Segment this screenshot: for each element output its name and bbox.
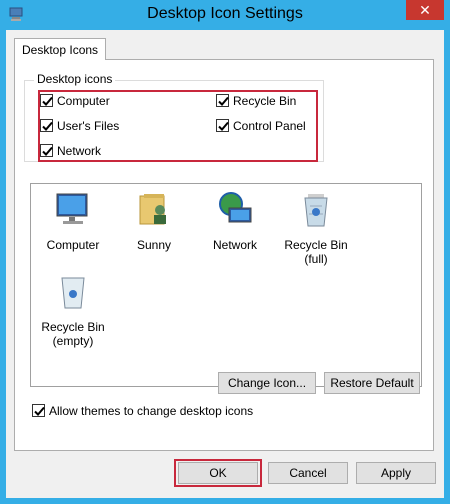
checkbox-box[interactable] (40, 144, 53, 157)
icon-caption: Sunny (136, 238, 172, 252)
cancel-button[interactable]: Cancel (268, 462, 348, 484)
recycle-bin-full-icon (304, 194, 328, 227)
apply-button[interactable]: Apply (356, 462, 436, 484)
ok-button[interactable]: OK (178, 462, 258, 484)
recycle-bin-empty-icon (61, 277, 85, 309)
title-bar[interactable]: Desktop Icon Settings ✕ (0, 0, 450, 30)
checkbox-label: User's Files (57, 119, 120, 133)
dialog-client-area: Desktop Icons Desktop icons Computer Rec… (6, 30, 444, 498)
icon-caption: Computer (46, 238, 100, 252)
checkbox-label: Computer (57, 94, 110, 108)
icon-item-recycle-bin-empty[interactable]: Recycle Bin (empty) (33, 272, 113, 348)
tab-label: Desktop Icons (22, 43, 99, 57)
checkmark-icon (42, 96, 53, 106)
desktop-icon-settings-window: Desktop Icon Settings ✕ Desktop Icons De… (0, 0, 450, 504)
close-button[interactable]: ✕ (406, 0, 444, 20)
user-folder-icon (139, 194, 166, 225)
checkbox-box[interactable] (216, 119, 229, 132)
icon-preview-list[interactable]: Computer Sunny Network Recycle Bin (full… (30, 183, 422, 387)
icon-caption: Recycle Bin (full) (284, 238, 348, 266)
checkbox-box[interactable] (40, 94, 53, 107)
checkmark-icon (42, 121, 53, 131)
checkmark-icon (42, 146, 53, 156)
checkbox-box[interactable] (40, 119, 53, 132)
restore-default-button[interactable]: Restore Default (324, 372, 420, 394)
network-icon (219, 192, 252, 223)
icon-item-recycle-bin-full[interactable]: Recycle Bin (full) (276, 190, 356, 266)
computer-icon (56, 193, 88, 224)
checkmark-icon (218, 121, 229, 131)
checkmark-icon (34, 406, 45, 416)
checkmark-icon (218, 96, 229, 106)
checkbox-label: Control Panel (233, 119, 306, 133)
group-label: Desktop icons (34, 72, 116, 86)
change-icon-button[interactable]: Change Icon... (218, 372, 316, 394)
checkbox-box[interactable] (32, 404, 45, 417)
icon-item-network[interactable]: Network (195, 190, 275, 252)
tab-desktop-icons[interactable]: Desktop Icons (14, 38, 106, 60)
checkbox-label: Network (57, 144, 102, 158)
icon-caption: Recycle Bin (empty) (41, 320, 105, 348)
checkbox-label: Allow themes to change desktop icons (49, 404, 254, 418)
icon-item-user-folder[interactable]: Sunny (114, 190, 194, 252)
window-title: Desktop Icon Settings (147, 5, 303, 22)
checkbox-box[interactable] (216, 94, 229, 107)
icon-caption: Network (212, 238, 257, 252)
checkbox-label: Recycle Bin (233, 94, 297, 108)
icon-item-computer[interactable]: Computer (33, 190, 113, 252)
